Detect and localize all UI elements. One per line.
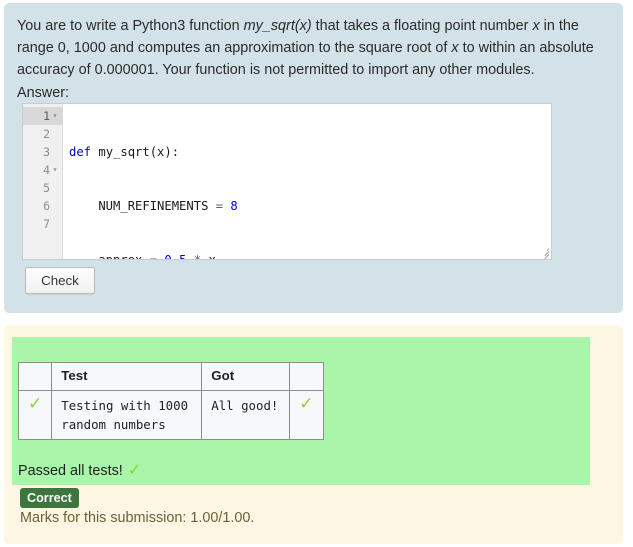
marks-text: Marks for this submission: 1.00/1.00.: [20, 510, 255, 526]
question-text-part-0: You are to write a Python3 function: [17, 18, 244, 34]
token-eq-2: =: [215, 199, 224, 213]
answer-label: Answer:: [17, 85, 69, 101]
code-text-area[interactable]: def my_sqrt(x): NUM_REFINEMENTS = 8 appr…: [63, 104, 551, 259]
line-number-5-label: 5: [43, 181, 50, 195]
passed-all-tests-text: Passed all tests!: [18, 463, 123, 479]
line-number-gutter: 1 ▾ 2 3 4 ▾ 5 6 7: [23, 104, 63, 259]
coderunner-question-page: You are to write a Python3 function my_s…: [0, 0, 633, 547]
test-results-head: Test Got: [17, 362, 324, 391]
token-mul-3: *: [186, 253, 201, 259]
line-number-3-label: 3: [43, 145, 50, 159]
line-number-2-label: 2: [43, 127, 50, 141]
token-approx-3: approx: [69, 253, 150, 259]
table-header-row: Test Got: [17, 362, 324, 391]
row-result-mark: ✓: [289, 390, 324, 440]
header-got: Got: [201, 362, 291, 391]
line-number-1-label: 1: [43, 109, 50, 123]
line-number-7-label: 7: [43, 217, 50, 231]
check-icon-row-right: ✓: [299, 394, 314, 414]
test-results-body: ✓ Testing with 1000 random numbers All g…: [17, 390, 324, 440]
line-number-4: 4 ▾: [23, 161, 62, 179]
check-button[interactable]: Check: [25, 267, 95, 294]
variable-x-emphasis-1: x: [532, 18, 540, 34]
row-got-value: All good!: [201, 390, 291, 440]
passed-all-tests-message: Passed all tests! ✓: [18, 461, 141, 479]
header-result: [289, 362, 324, 391]
status-badge: Correct: [20, 488, 79, 508]
check-icon-row-left: ✓: [28, 394, 43, 414]
code-line-2: NUM_REFINEMENTS = 8: [69, 197, 551, 215]
token-const: NUM_REFINEMENTS: [69, 199, 216, 213]
line-number-4-label: 4: [43, 163, 50, 177]
row-test-description: Testing with 1000 random numbers: [51, 390, 203, 440]
table-row: ✓ Testing with 1000 random numbers All g…: [17, 390, 324, 440]
token-num-05-3: 0.5: [157, 253, 186, 259]
token-num-8: 8: [223, 199, 238, 213]
editor-resize-handle[interactable]: [537, 245, 550, 259]
variable-x-emphasis-2: x: [451, 40, 459, 56]
feedback-panel: Test Got ✓ Testing with 1000 random numb…: [4, 325, 623, 544]
line-number-3: 3: [23, 143, 62, 161]
code-editor[interactable]: 1 ▾ 2 3 4 ▾ 5 6 7 def my_sqrt(x): NUM_REFI…: [22, 103, 552, 260]
question-text-part-2: that takes a floating point number: [311, 18, 533, 34]
token-eq-3: =: [150, 253, 157, 259]
function-name-emphasis: my_sqrt(x): [243, 18, 312, 34]
question-text: You are to write a Python3 function my_s…: [17, 15, 597, 81]
line-number-6: 6: [23, 197, 62, 215]
fold-toggle-icon-1[interactable]: ▾: [50, 107, 60, 125]
question-panel: You are to write a Python3 function my_s…: [4, 3, 623, 313]
row-pass-mark: ✓: [17, 390, 53, 440]
line-number-5: 5: [23, 179, 62, 197]
line-number-7: 7: [23, 215, 62, 233]
code-line-3: approx = 0.5 * x: [69, 251, 551, 259]
code-editor-inner: 1 ▾ 2 3 4 ▾ 5 6 7 def my_sqrt(x): NUM_REFI…: [23, 104, 551, 259]
check-icon-passed: ✓: [127, 460, 142, 479]
token-def: def: [69, 145, 92, 159]
line-number-6-label: 6: [43, 199, 50, 213]
fold-toggle-icon-4[interactable]: ▾: [50, 161, 60, 179]
header-test: Test: [51, 362, 203, 391]
header-mark: [17, 362, 53, 391]
test-results-table: Test Got ✓ Testing with 1000 random numb…: [17, 362, 324, 440]
line-number-2: 2: [23, 125, 62, 143]
token-fnname: my_sqrt(x):: [91, 145, 180, 159]
code-line-1: def my_sqrt(x):: [69, 143, 551, 161]
token-x-3: x: [201, 253, 215, 259]
line-number-1: 1 ▾: [23, 107, 62, 125]
